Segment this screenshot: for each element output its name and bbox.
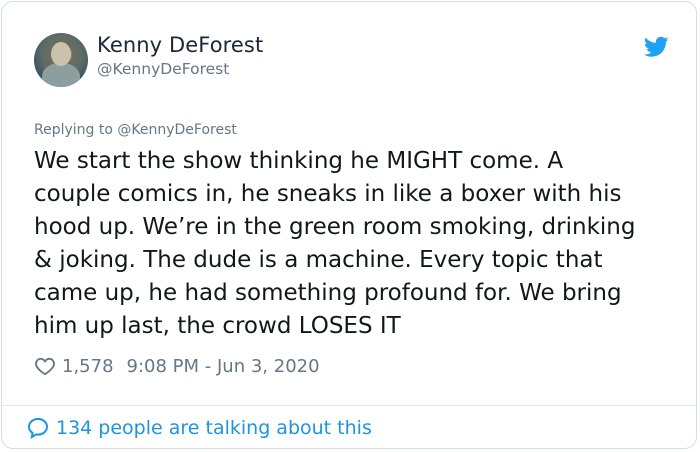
tweet-line: & joking. The dude is a machine. Every t… [34, 247, 603, 273]
avatar[interactable] [34, 33, 88, 87]
tweet-card: Kenny DeForest @KennyDeForest Replying t… [1, 1, 697, 449]
tweet-line: couple comics in, he sneaks in like a bo… [34, 181, 622, 207]
like-count[interactable]: 1,578 [62, 356, 114, 377]
tweet-line: him up last, the crowd LOSES IT [34, 313, 401, 339]
twitter-bird-icon[interactable] [644, 36, 669, 58]
tweet-line: We start the show thinking he MIGHT come… [34, 148, 564, 174]
talking-about-link[interactable]: 134 people are talking about this [26, 416, 372, 440]
heart-icon[interactable] [34, 355, 56, 377]
tweet-line: came up, he had something profound for. … [34, 280, 622, 306]
avatar-body [42, 63, 80, 87]
divider [2, 405, 696, 406]
timestamp[interactable]: 9:08 PM - Jun 3, 2020 [127, 356, 320, 377]
author-name[interactable]: Kenny DeForest [97, 33, 263, 57]
tweet-meta: 1,578 9:08 PM - Jun 3, 2020 [34, 353, 320, 379]
reply-context[interactable]: Replying to @KennyDeForest [34, 122, 237, 138]
speech-bubble-icon [27, 417, 49, 440]
tweet-text: We start the show thinking he MIGHT come… [34, 145, 674, 343]
talking-label: 134 people are talking about this [56, 417, 372, 439]
avatar-face [51, 42, 71, 66]
author-handle[interactable]: @KennyDeForest [97, 60, 229, 78]
tweet-line: hood up. We’re in the green room smoking… [34, 214, 636, 240]
